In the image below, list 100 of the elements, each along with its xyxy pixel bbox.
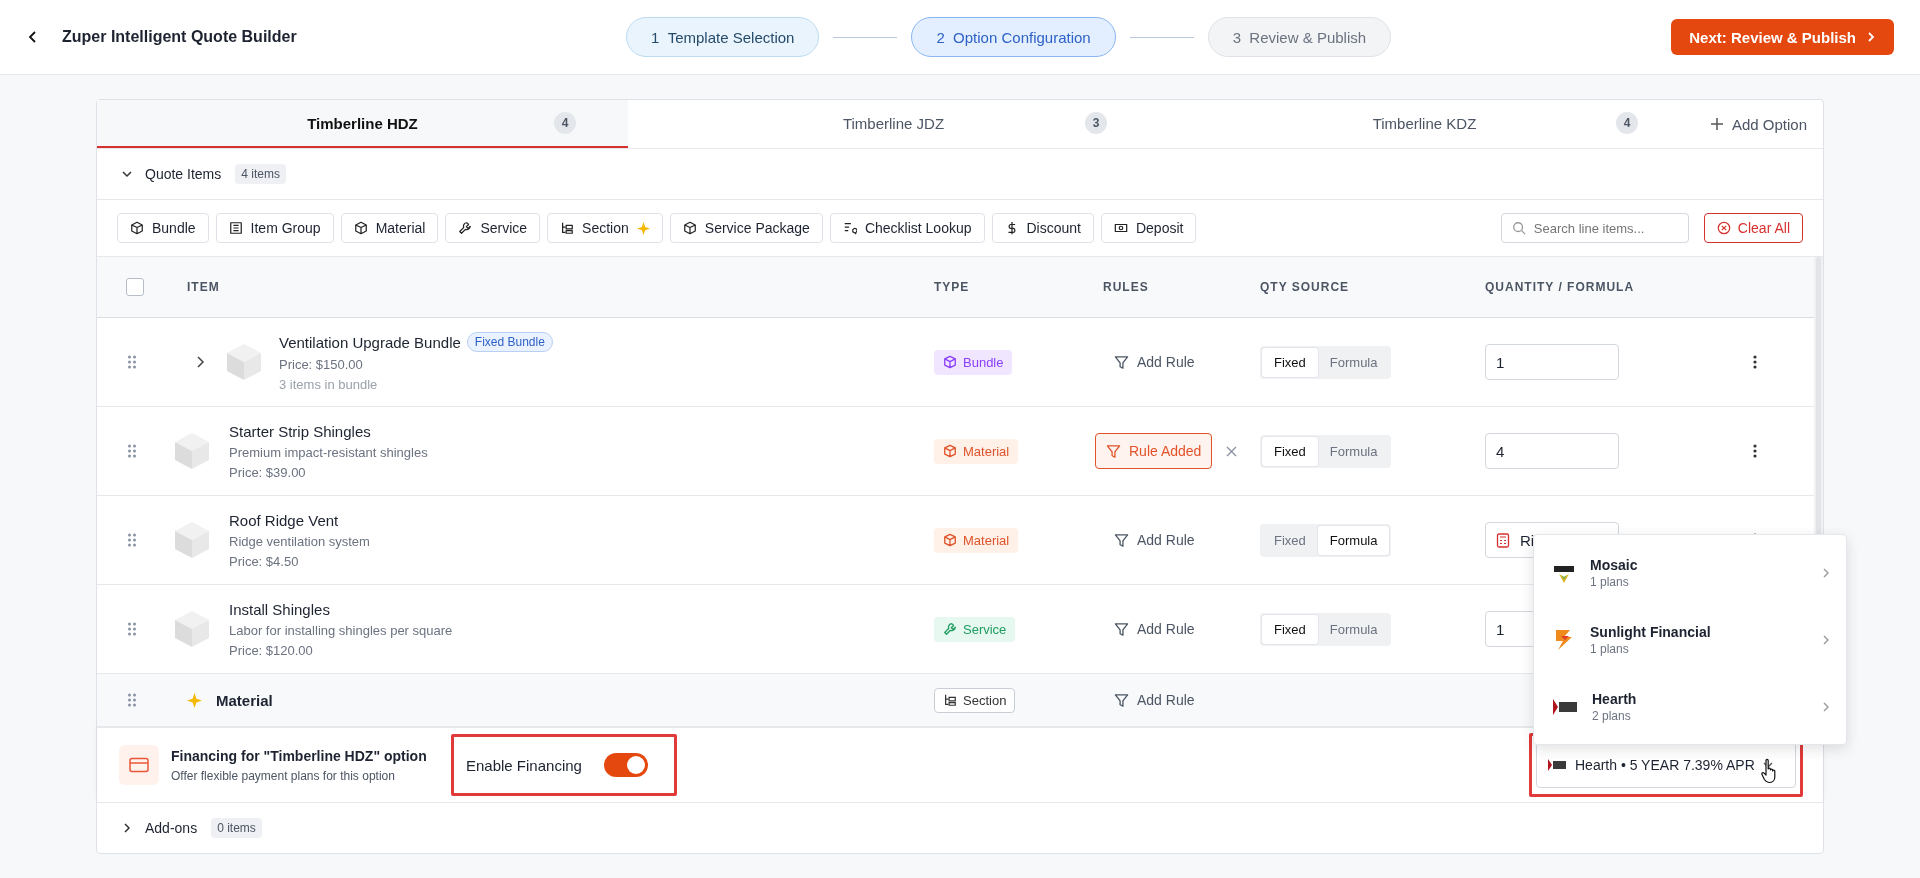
box-thumbnail-icon bbox=[173, 520, 211, 560]
item-name: Install Shingles bbox=[229, 600, 330, 618]
quantity-field[interactable]: 1 bbox=[1485, 344, 1619, 380]
lender-option[interactable]: Hearth 2 plans bbox=[1534, 673, 1846, 740]
section-icon bbox=[560, 221, 575, 235]
qty-source-option[interactable]: Formula bbox=[1317, 614, 1390, 644]
item-name: Ventilation Upgrade Bundle bbox=[279, 333, 461, 351]
expand-chevron-icon[interactable] bbox=[195, 355, 205, 369]
step-pill[interactable]: 1 Template Selection bbox=[626, 17, 820, 57]
add-option-button[interactable]: Add Option bbox=[1690, 100, 1823, 148]
count-badge: 3 bbox=[1085, 112, 1107, 134]
item-detail: Labor for installing shingles per square bbox=[229, 622, 453, 638]
financing-toggle[interactable] bbox=[603, 753, 648, 777]
item-detail: Premium impact-resistant shingles bbox=[229, 444, 428, 460]
chevron-right-icon bbox=[1866, 31, 1876, 43]
item-name: Starter Strip Shingles bbox=[229, 422, 371, 440]
box-thumbnail-icon bbox=[173, 431, 211, 471]
item-name: Roof Ridge Vent bbox=[229, 511, 339, 529]
drag-handle-icon[interactable] bbox=[128, 622, 136, 636]
cube-icon bbox=[943, 444, 957, 458]
drag-handle-icon[interactable] bbox=[128, 693, 136, 707]
chevron-icon bbox=[121, 822, 133, 834]
box-thumbnail-icon bbox=[225, 342, 263, 382]
add-item-button[interactable]: Material bbox=[340, 213, 439, 243]
step-pill[interactable]: 3 Review & Publish bbox=[1207, 17, 1392, 57]
count-badge: 0 items bbox=[211, 818, 262, 838]
search-field[interactable]: Search line items... bbox=[1500, 213, 1689, 243]
filter-icon bbox=[1114, 692, 1129, 708]
add-item-button[interactable]: Discount bbox=[991, 213, 1094, 243]
rule-button[interactable]: Add Rule bbox=[1103, 344, 1206, 380]
option-tab[interactable]: Timberline HDZ 4 bbox=[97, 100, 628, 148]
drag-handle-icon[interactable] bbox=[128, 533, 136, 547]
wrench-icon bbox=[943, 622, 957, 636]
wrench-icon bbox=[458, 221, 473, 235]
type-tag: Material bbox=[934, 438, 1019, 464]
column-header: ITEM bbox=[187, 280, 221, 294]
rule-button[interactable]: Add Rule bbox=[1103, 682, 1206, 718]
drag-handle-icon[interactable] bbox=[128, 444, 136, 458]
clear-all-button[interactable]: Clear All bbox=[1703, 213, 1803, 243]
drag-handle-icon[interactable] bbox=[128, 355, 136, 369]
remove-rule-icon[interactable] bbox=[1226, 445, 1238, 457]
step-pill[interactable]: 2 Option Configuration bbox=[911, 17, 1116, 57]
item-detail: Price: $39.00 bbox=[229, 464, 307, 480]
sparkle-icon bbox=[636, 221, 650, 235]
item-detail: 3 items in bundle bbox=[279, 377, 379, 392]
column-header: RULES bbox=[1103, 280, 1150, 294]
qty-source-option[interactable]: Fixed bbox=[1262, 614, 1318, 644]
cube-icon bbox=[943, 533, 957, 547]
add-item-button[interactable]: Section bbox=[547, 213, 663, 243]
lender-option[interactable]: Mosaic 1 plans bbox=[1534, 539, 1846, 606]
financing-title: Financing for "Timberline HDZ" option bbox=[171, 747, 428, 764]
type-tag: Bundle bbox=[934, 349, 1013, 375]
add-item-button[interactable]: Bundle bbox=[117, 213, 209, 243]
item-detail: Price: $150.00 bbox=[279, 357, 364, 372]
rule-button[interactable]: Add Rule bbox=[1103, 522, 1206, 558]
qty-source-option[interactable]: Formula bbox=[1317, 525, 1390, 555]
lender-logo bbox=[1552, 697, 1578, 716]
add-item-button[interactable]: Service bbox=[445, 213, 541, 243]
count-badge: 4 bbox=[554, 112, 576, 134]
filter-icon bbox=[1114, 532, 1129, 548]
cash-icon bbox=[1113, 221, 1128, 235]
more-menu-icon[interactable] bbox=[1753, 444, 1757, 458]
add-item-button[interactable]: Deposit bbox=[1100, 213, 1197, 243]
column-header: QTY SOURCE bbox=[1260, 280, 1351, 294]
select-all-checkbox[interactable] bbox=[126, 278, 144, 296]
group-icon bbox=[228, 221, 243, 235]
clear-icon bbox=[1716, 221, 1731, 235]
qty-source-option[interactable]: Fixed bbox=[1262, 347, 1318, 377]
next-button[interactable]: Next: Review & Publish bbox=[1671, 19, 1894, 55]
filter-icon bbox=[1114, 354, 1129, 370]
sparkle-icon bbox=[187, 692, 202, 708]
qty-source-option[interactable]: Formula bbox=[1317, 347, 1390, 377]
chevron-right-icon bbox=[1822, 566, 1830, 579]
quantity-field[interactable]: 4 bbox=[1485, 433, 1619, 469]
add-item-button[interactable]: Item Group bbox=[215, 213, 334, 243]
chevron-right-icon bbox=[1822, 700, 1830, 713]
type-tag: Material bbox=[934, 527, 1019, 553]
add-item-button[interactable]: Service Package bbox=[669, 213, 823, 243]
qty-source-option[interactable]: Fixed bbox=[1262, 525, 1318, 555]
qty-source-option[interactable]: Formula bbox=[1317, 436, 1390, 466]
quote-items-toggle[interactable]: Quote Items bbox=[117, 162, 226, 186]
add-item-button[interactable]: Checklist Lookup bbox=[829, 213, 985, 243]
financing-subtitle: Offer flexible payment plans for this option bbox=[171, 768, 396, 783]
plan-dropdown[interactable]: Hearth • 5 YEAR 7.39% APR bbox=[1536, 742, 1796, 788]
type-tag: Service bbox=[934, 616, 1016, 642]
more-menu-icon[interactable] bbox=[1753, 355, 1757, 369]
bundle-tag: Fixed Bundle bbox=[466, 332, 553, 352]
plus-icon bbox=[1709, 117, 1724, 131]
qty-source-option[interactable]: Fixed bbox=[1262, 436, 1318, 466]
rule-button[interactable]: Rule Added bbox=[1095, 433, 1213, 469]
rule-button[interactable]: Add Rule bbox=[1103, 611, 1206, 647]
page-title: Zuper Intelligent Quote Builder bbox=[62, 28, 297, 46]
card-icon bbox=[119, 745, 159, 785]
item-detail: Ridge ventilation system bbox=[229, 533, 370, 549]
lender-logo bbox=[1547, 758, 1567, 772]
item-detail: Price: $4.50 bbox=[229, 553, 300, 569]
add-ons-toggle[interactable]: Add-ons bbox=[117, 816, 202, 840]
item-detail: Price: $120.00 bbox=[229, 642, 314, 658]
column-header: QUANTITY / FORMULA bbox=[1485, 280, 1636, 294]
lender-option[interactable]: Sunlight Financial 1 plans bbox=[1534, 606, 1846, 673]
